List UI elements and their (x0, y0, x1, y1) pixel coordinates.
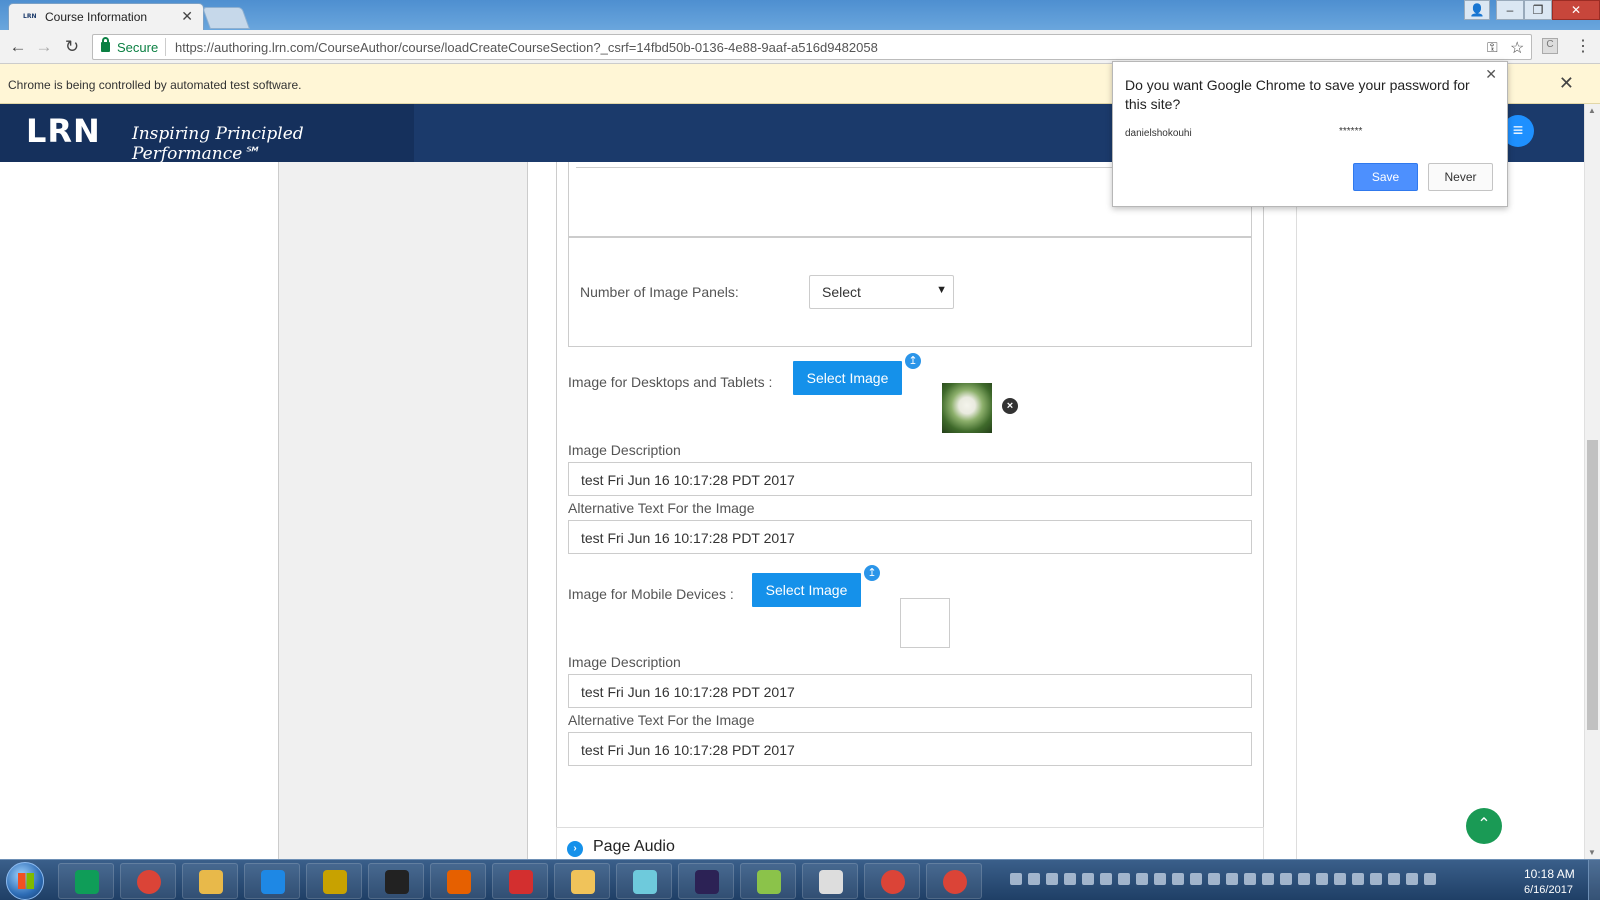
tab-close-icon[interactable]: ✕ (181, 8, 193, 25)
left-column (278, 162, 528, 859)
page-audio-label: Page Audio (593, 838, 675, 855)
profile-icon[interactable]: 👤 (1464, 0, 1490, 20)
new-tab-button[interactable] (201, 7, 251, 29)
upload-icon[interactable]: ↥ (862, 563, 882, 583)
page-content: LRN Inspiring Principled Performance℠ ≡ … (0, 104, 1584, 859)
secure-label: Secure (117, 40, 159, 55)
chrome-menu-icon[interactable]: ⋮ (1575, 36, 1591, 56)
desktop-image-thumbnail[interactable] (942, 383, 992, 433)
internet-explorer-icon[interactable] (244, 863, 300, 899)
minimize-button[interactable]: – (1496, 0, 1524, 20)
scroll-down-icon[interactable]: ▼ (1588, 848, 1596, 857)
eclipse-icon[interactable] (678, 863, 734, 899)
mobile-alt-input[interactable]: test Fri Jun 16 10:17:28 PDT 2017 (568, 732, 1252, 766)
mobile-image-placeholder (900, 598, 950, 648)
desktop-alt-label: Alternative Text For the Image (568, 500, 755, 516)
infobar-close-icon[interactable]: ✕ (1559, 73, 1574, 94)
upload-icon[interactable]: ↥ (903, 351, 923, 371)
chrome-icon[interactable] (926, 863, 982, 899)
desktop-alt-input[interactable]: test Fri Jun 16 10:17:28 PDT 2017 (568, 520, 1252, 554)
desktop-description-label: Image Description (568, 442, 681, 458)
page-scrollbar[interactable]: ▲ ▼ (1584, 104, 1600, 859)
chevron-right-icon[interactable]: › (567, 841, 583, 857)
slack-icon[interactable] (616, 863, 672, 899)
tab-title: Course Information (45, 10, 148, 24)
outlook-icon[interactable] (554, 863, 610, 899)
infobar-message: Chrome is being controlled by automated … (8, 78, 302, 92)
command-prompt-icon[interactable] (368, 863, 424, 899)
select-value: Select (822, 284, 861, 300)
desktop-image-label: Image for Desktops and Tablets : (568, 374, 773, 390)
saved-password-mask: ****** (1339, 126, 1363, 137)
writer-icon[interactable] (802, 863, 858, 899)
url-text[interactable]: https://authoring.lrn.com/CourseAuthor/c… (175, 40, 878, 55)
browser-tab-strip: LRN Course Information ✕ 👤 – ❐ ✕ (0, 0, 1600, 30)
logo-tagline: Inspiring Principled Performance℠ (132, 124, 304, 164)
remove-image-icon[interactable]: × (1002, 398, 1018, 414)
back-arrow-icon[interactable]: ← (8, 37, 28, 57)
windows-taskbar: 10:18 AM 6/16/2017 (0, 859, 1600, 900)
saved-username: danielshokouhi (1125, 128, 1192, 139)
image-panels-label: Number of Image Panels: (580, 284, 739, 300)
lock-icon (101, 37, 110, 52)
save-password-prompt: Do you want Google Chrome to save your p… (1125, 77, 1470, 112)
system-tray (1010, 872, 1490, 888)
start-button[interactable] (6, 862, 44, 900)
show-desktop-button[interactable] (1588, 860, 1600, 900)
page-audio-section[interactable]: › Page Audio (556, 827, 1264, 859)
logo-wordmark: LRN (26, 112, 101, 150)
right-divider (1296, 162, 1297, 859)
clock-date[interactable]: 6/16/2017 (1524, 884, 1573, 896)
never-button[interactable]: Never (1428, 163, 1493, 191)
scroll-up-icon[interactable]: ▲ (1588, 106, 1596, 115)
desktop-select-image-button[interactable]: Select Image (793, 361, 902, 395)
logo[interactable]: LRN Inspiring Principled Performance℠ (0, 104, 414, 164)
file-explorer-icon[interactable] (182, 863, 238, 899)
close-window-button[interactable]: ✕ (1552, 0, 1600, 20)
window-controls: 👤 – ❐ ✕ (1464, 0, 1600, 20)
extension-icon[interactable]: C (1542, 38, 1558, 54)
chrome-icon[interactable] (864, 863, 920, 899)
clock-time[interactable]: 10:18 AM (1524, 867, 1575, 881)
address-bar[interactable]: Secure https://authoring.lrn.com/CourseA… (92, 34, 1532, 60)
browser-toolbar: ← → ↻ Secure https://authoring.lrn.com/C… (0, 30, 1600, 64)
notepad-plus-icon[interactable] (740, 863, 796, 899)
chevron-down-icon: ▼ (936, 284, 947, 296)
save-password-dialog: Do you want Google Chrome to save your p… (1112, 61, 1508, 207)
close-icon[interactable]: ✕ (1485, 66, 1497, 83)
lrn-favicon-icon: LRN (23, 13, 37, 20)
mobile-select-image-button[interactable]: Select Image (752, 573, 861, 607)
mobile-description-input[interactable]: test Fri Jun 16 10:17:28 PDT 2017 (568, 674, 1252, 708)
scrollbar-thumb[interactable] (1587, 440, 1598, 730)
image-panels-select[interactable]: Select ▼ (809, 275, 954, 309)
key-icon[interactable]: ⚿ (1487, 39, 1498, 56)
scroll-to-top-button[interactable]: ⌃ (1466, 808, 1502, 844)
vivaldi-icon[interactable] (492, 863, 548, 899)
firefox-icon[interactable] (430, 863, 486, 899)
forward-arrow-icon[interactable]: → (34, 37, 54, 57)
maximize-button[interactable]: ❐ (1524, 0, 1552, 20)
keepass-icon[interactable] (306, 863, 362, 899)
mobile-image-label: Image for Mobile Devices : (568, 586, 734, 602)
url-separator (165, 38, 166, 56)
reload-icon[interactable]: ↻ (62, 37, 82, 57)
mobile-description-label: Image Description (568, 654, 681, 670)
chrome-icon[interactable] (120, 863, 176, 899)
bookmark-star-icon[interactable]: ☆ (1510, 38, 1524, 58)
browser-tab[interactable]: LRN Course Information ✕ (8, 3, 204, 30)
save-password-button[interactable]: Save (1353, 163, 1418, 191)
mobile-alt-label: Alternative Text For the Image (568, 712, 755, 728)
hangouts-icon[interactable] (58, 863, 114, 899)
desktop-description-input[interactable]: test Fri Jun 16 10:17:28 PDT 2017 (568, 462, 1252, 496)
